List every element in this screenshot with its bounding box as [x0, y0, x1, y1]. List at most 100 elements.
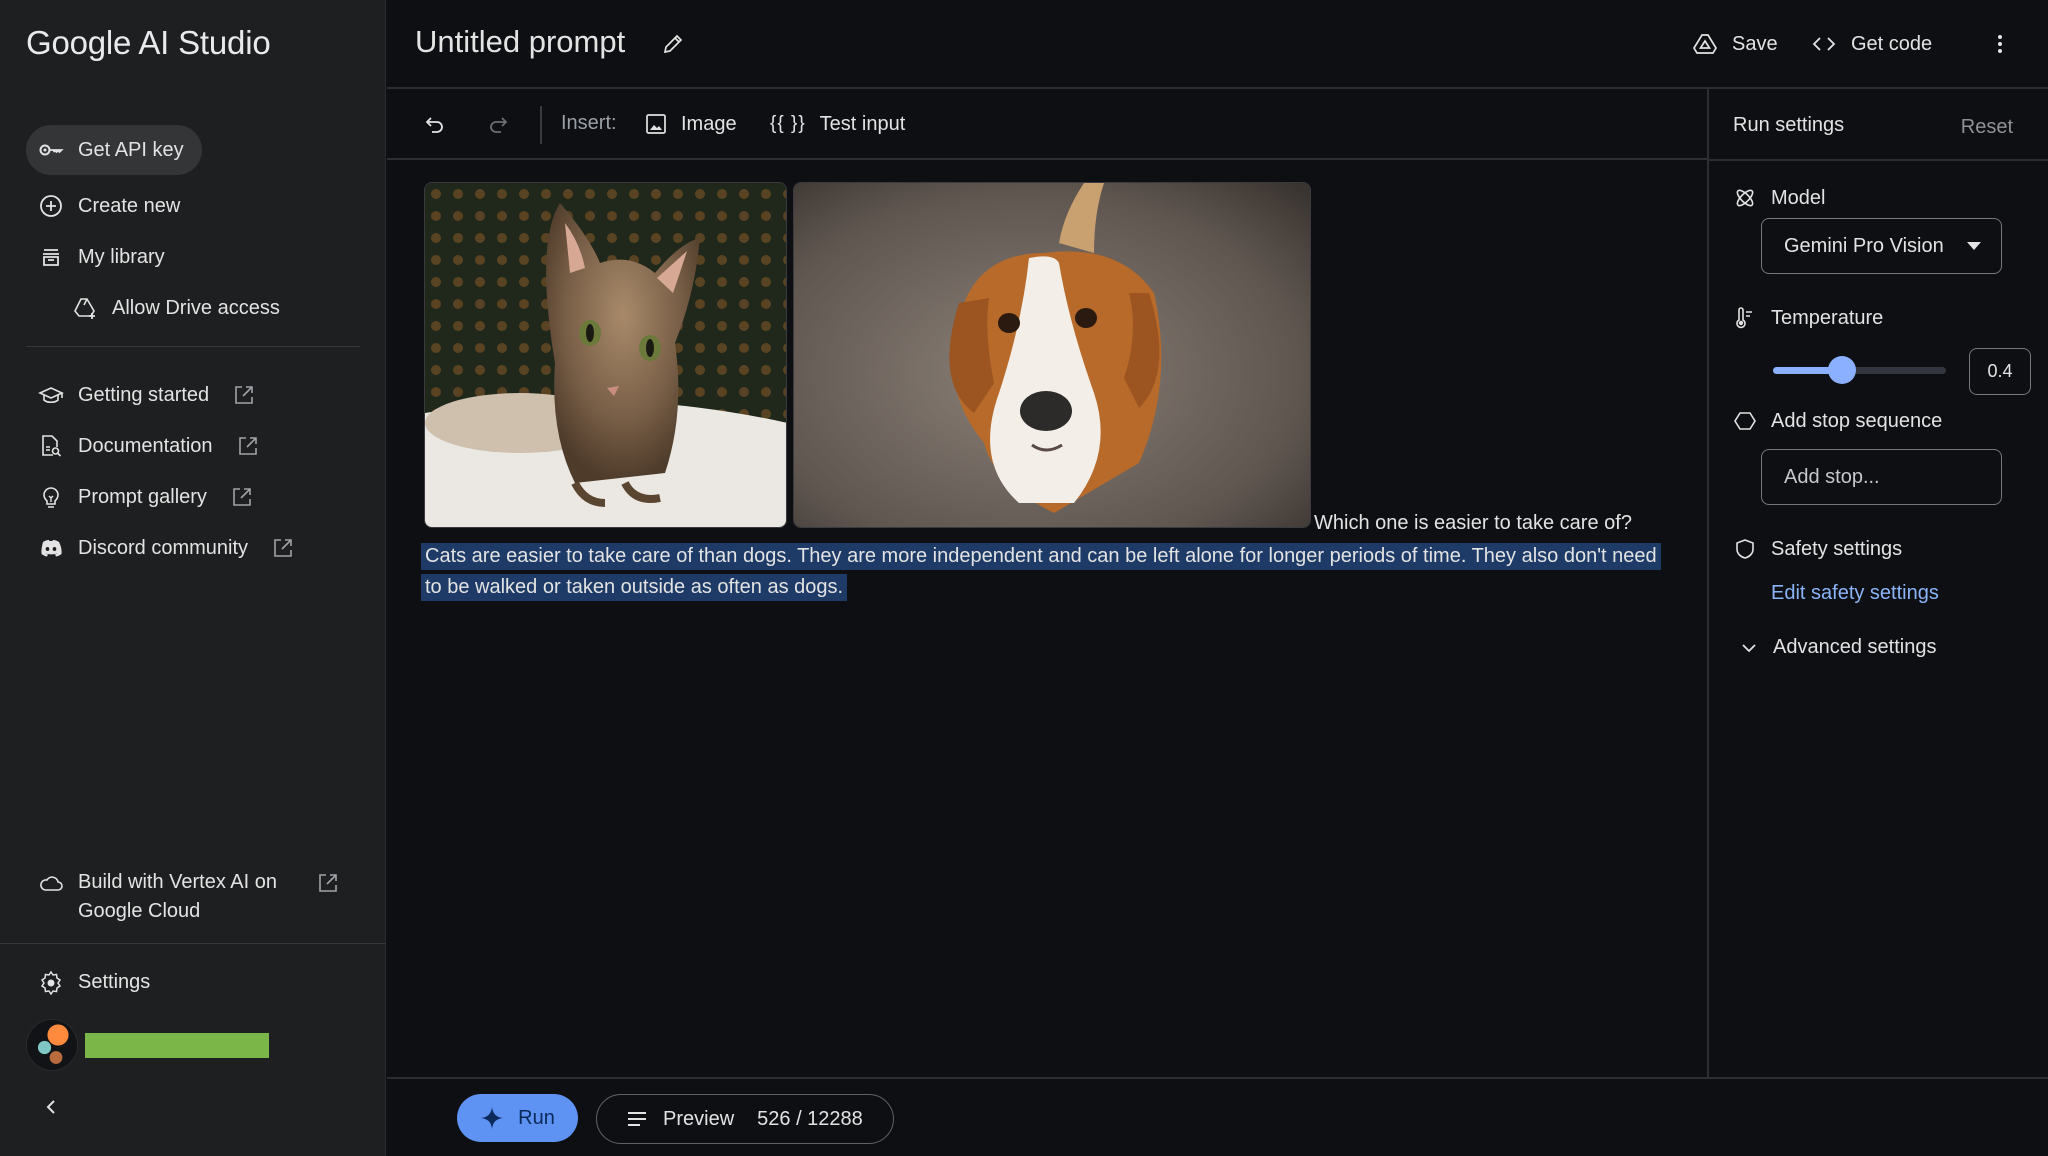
doc-search-icon: [38, 433, 64, 459]
prompt-title[interactable]: Untitled prompt: [415, 24, 625, 60]
run-settings-panel: Run settings Reset Model Gemini Pro Visi…: [1707, 89, 2048, 1077]
insert-image-label: Image: [681, 112, 737, 135]
chevron-down-icon: [1741, 642, 1757, 654]
get-code-button[interactable]: Get code: [1811, 26, 1932, 62]
thermometer-icon: [1733, 306, 1757, 330]
reset-button[interactable]: Reset: [1961, 116, 2013, 139]
vertex-label: Build with Vertex AI on Google Cloud: [78, 868, 277, 926]
model-response[interactable]: Cats are easier to take care of than dog…: [421, 541, 1671, 603]
shield-icon: [1733, 537, 1757, 561]
toolbar-divider: [540, 106, 542, 144]
redo-icon: [487, 113, 509, 135]
model-label-text: Model: [1771, 186, 1826, 209]
add-circle-icon: [38, 193, 64, 219]
safety-settings-label: Safety settings: [1733, 537, 1902, 561]
user-name-redacted: [85, 1033, 269, 1058]
model-select[interactable]: Gemini Pro Vision: [1761, 218, 2002, 274]
run-label: Run: [518, 1106, 555, 1129]
run-button[interactable]: Run: [457, 1094, 578, 1142]
editor-toolbar: Insert: Image {{ }} Test input: [387, 89, 1707, 160]
discord-icon: [38, 535, 64, 561]
vertex-label-line2: Google Cloud: [78, 900, 201, 922]
user-avatar[interactable]: [26, 1019, 78, 1071]
sidebar-item-allow-drive-access[interactable]: Allow Drive access: [60, 283, 280, 333]
sidebar-item-getting-started[interactable]: Getting started: [26, 370, 255, 420]
temperature-label: Temperature: [1733, 306, 1883, 330]
sidebar-item-create-new[interactable]: Create new: [26, 181, 180, 231]
hexagon-icon: [1733, 409, 1757, 433]
safety-settings-label-text: Safety settings: [1771, 537, 1903, 560]
insert-image-button[interactable]: Image: [645, 109, 737, 139]
undo-icon: [424, 113, 446, 135]
lightbulb-icon: [38, 484, 64, 510]
dog-photo: [794, 183, 1310, 527]
edit-title-button[interactable]: [661, 32, 685, 56]
edit-safety-settings-link[interactable]: Edit safety settings: [1771, 582, 1939, 605]
external-link-icon: [317, 872, 339, 894]
more-options-button[interactable]: [1987, 26, 2013, 62]
drive-add-icon: [72, 295, 98, 321]
brand-logo[interactable]: Google AI Studio: [26, 24, 271, 62]
vertex-label-line1: Build with Vertex AI on: [78, 871, 278, 893]
temperature-slider[interactable]: [1773, 356, 1946, 384]
save-label: Save: [1732, 32, 1778, 55]
external-link-icon: [272, 537, 294, 559]
token-count: 526 / 12288: [757, 1107, 863, 1130]
panel-divider: [1709, 159, 2048, 161]
sidebar: Google AI Studio Get API key Create new …: [0, 0, 386, 1156]
pencil-icon: [661, 32, 685, 56]
sidebar-item-label: Allow Drive access: [112, 296, 280, 319]
insert-test-input-label: Test input: [819, 112, 906, 135]
sidebar-item-label: Prompt gallery: [78, 485, 207, 508]
image-icon: [645, 113, 667, 135]
redo-button[interactable]: [485, 111, 511, 137]
sidebar-item-get-api-key[interactable]: Get API key: [26, 125, 202, 175]
user-question-text: Which one is easier to take care of?: [1314, 512, 1632, 534]
model-response-text: Cats are easier to take care of than dog…: [421, 543, 1661, 601]
external-link-icon: [233, 384, 255, 406]
cat-image[interactable]: [424, 182, 787, 528]
preview-label: Preview: [663, 1107, 735, 1130]
cloud-icon: [38, 870, 64, 896]
sidebar-item-my-library[interactable]: My library: [26, 232, 165, 282]
sidebar-item-label: Getting started: [78, 383, 210, 406]
preview-button[interactable]: Preview 526 / 12288: [596, 1094, 894, 1144]
sidebar-item-vertex-ai[interactable]: Build with Vertex AI on Google Cloud: [26, 868, 339, 932]
run-settings-title: Run settings: [1733, 114, 1845, 136]
sidebar-item-prompt-gallery[interactable]: Prompt gallery: [26, 472, 253, 522]
gear-icon: [38, 969, 64, 995]
prompt-editor[interactable]: Which one is easier to take care of? Cat…: [387, 160, 1707, 1077]
advanced-settings-label: Advanced settings: [1773, 636, 1937, 658]
slider-thumb[interactable]: [1828, 356, 1857, 384]
key-icon: [38, 137, 64, 163]
model-select-value: Gemini Pro Vision: [1784, 234, 1944, 257]
cat-photo: [425, 183, 786, 527]
lines-icon: [627, 1111, 647, 1127]
external-link-icon: [237, 435, 259, 457]
temperature-value-input[interactable]: 0.4: [1969, 348, 2031, 395]
sidebar-item-label: Settings: [78, 970, 151, 993]
sidebar-item-label: Discord community: [78, 536, 249, 559]
chevron-left-icon: [44, 1098, 58, 1116]
sidebar-item-documentation[interactable]: Documentation: [26, 421, 259, 471]
dog-image[interactable]: [793, 182, 1311, 528]
drive-icon: [1692, 31, 1718, 57]
stop-sequence-input[interactable]: [1761, 449, 2002, 505]
undo-button[interactable]: [422, 111, 448, 137]
stop-sequence-label-text: Add stop sequence: [1771, 409, 1943, 432]
sidebar-divider: [0, 943, 386, 944]
sidebar-item-discord-community[interactable]: Discord community: [26, 523, 294, 573]
advanced-settings-toggle[interactable]: Advanced settings: [1741, 636, 1936, 659]
sidebar-item-label: Documentation: [78, 434, 213, 457]
sidebar-item-settings[interactable]: Settings: [26, 957, 150, 1007]
stop-sequence-label: Add stop sequence: [1733, 409, 1942, 433]
save-button[interactable]: Save: [1692, 26, 1778, 62]
sidebar-item-label: Get API key: [78, 138, 184, 161]
library-icon: [38, 244, 64, 270]
model-label: Model: [1733, 186, 1825, 210]
sidebar-item-label: Create new: [78, 194, 181, 217]
bottom-bar: Run Preview 526 / 12288: [387, 1077, 2048, 1156]
sidebar-divider: [26, 346, 360, 347]
insert-test-input-button[interactable]: {{ }} Test input: [770, 109, 905, 139]
collapse-sidebar-button[interactable]: [38, 1094, 64, 1120]
